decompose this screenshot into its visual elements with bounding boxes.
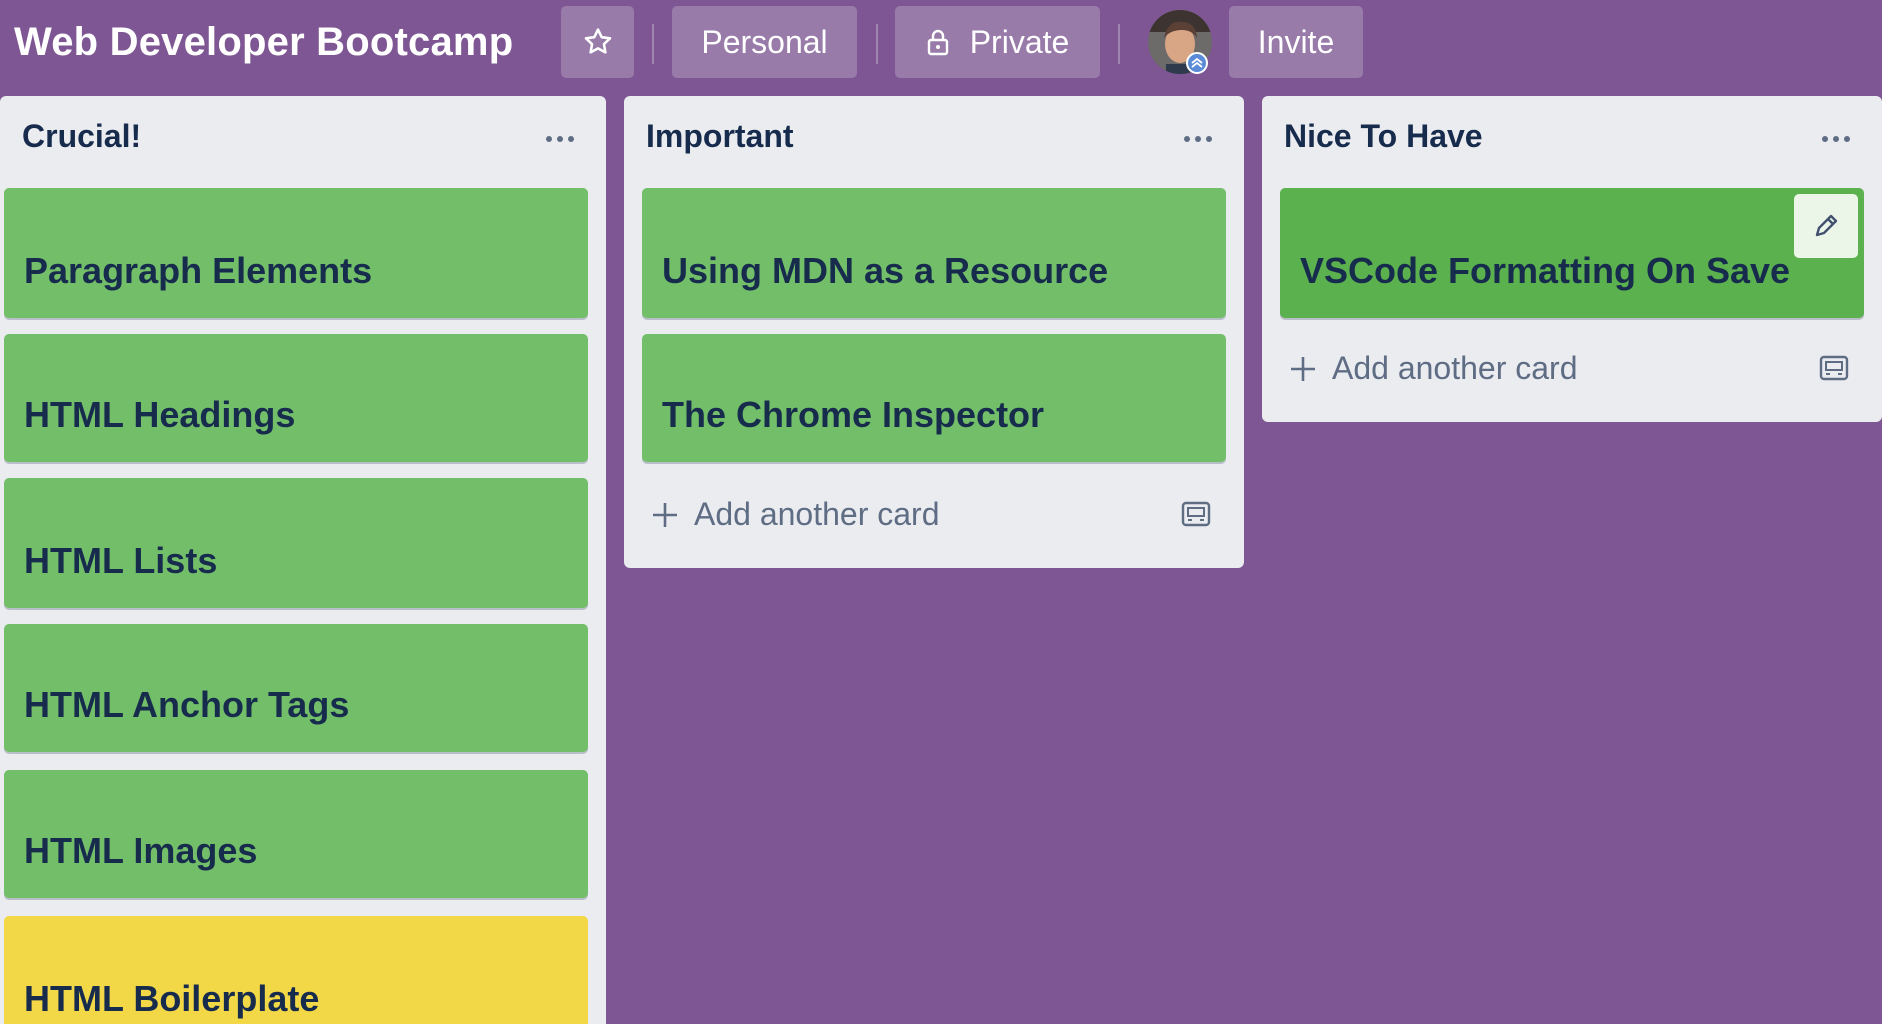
list-nice-to-have: Nice To Have VSCode Formatting On Save A…: [1262, 96, 1882, 422]
card-title: HTML Lists: [24, 540, 218, 581]
card-title: HTML Anchor Tags: [24, 684, 350, 725]
admin-badge-icon: [1186, 52, 1208, 74]
board-title[interactable]: Web Developer Bootcamp: [14, 14, 513, 70]
workspace-label: Personal: [701, 23, 828, 60]
card-title: HTML Boilerplate: [24, 978, 320, 1019]
card-title: HTML Images: [24, 830, 258, 871]
lock-icon: [926, 28, 950, 56]
add-card-label: Add another card: [1332, 350, 1578, 386]
list-card[interactable]: HTML Lists: [4, 478, 588, 608]
card-title: VSCode Formatting On Save: [1300, 250, 1791, 291]
add-card-button[interactable]: Add another card: [1288, 350, 1578, 387]
list-card[interactable]: Paragraph Elements: [4, 188, 588, 318]
more-horizontal-icon[interactable]: [546, 136, 574, 142]
add-card-button[interactable]: Add another card: [650, 496, 940, 533]
list-important: Important Using MDN as a Resource The Ch…: [624, 96, 1244, 568]
plus-icon: [1291, 356, 1315, 381]
edit-card-button[interactable]: [1794, 194, 1858, 258]
card-title: Using MDN as a Resource: [662, 250, 1109, 291]
board-view: Web Developer Bootcamp Personal Private: [0, 0, 1882, 1024]
list-crucial: Crucial! Paragraph Elements HTML Heading…: [0, 96, 606, 1024]
plus-icon: [653, 502, 677, 527]
list-title[interactable]: Nice To Have: [1284, 118, 1483, 155]
list-card[interactable]: HTML Anchor Tags: [4, 624, 588, 752]
star-icon: [584, 28, 611, 54]
header-divider: [1118, 24, 1120, 64]
card-template-icon[interactable]: [1818, 354, 1850, 389]
star-board-button[interactable]: [561, 6, 634, 78]
card-title: HTML Headings: [24, 394, 296, 435]
pencil-icon: [1815, 214, 1838, 237]
list-card[interactable]: Using MDN as a Resource: [642, 188, 1226, 318]
card-title: Paragraph Elements: [24, 250, 373, 291]
visibility-button[interactable]: Private: [895, 6, 1100, 78]
more-horizontal-icon[interactable]: [1184, 136, 1212, 142]
list-title[interactable]: Crucial!: [22, 118, 141, 155]
add-card-label: Add another card: [694, 496, 940, 532]
list-card[interactable]: HTML Headings: [4, 334, 588, 462]
invite-button[interactable]: Invite: [1229, 6, 1363, 78]
invite-label: Invite: [1257, 23, 1335, 60]
list-card[interactable]: HTML Images: [4, 770, 588, 898]
list-card[interactable]: HTML Boilerplate: [4, 916, 588, 1024]
header-divider: [652, 24, 654, 64]
list-title[interactable]: Important: [646, 118, 794, 155]
card-template-icon[interactable]: [1180, 500, 1212, 535]
board-header: Web Developer Bootcamp Personal Private: [0, 0, 1882, 96]
list-card[interactable]: The Chrome Inspector: [642, 334, 1226, 462]
card-title: The Chrome Inspector: [662, 394, 1045, 435]
visibility-label: Private: [969, 23, 1070, 60]
list-card[interactable]: VSCode Formatting On Save: [1280, 188, 1864, 318]
more-horizontal-icon[interactable]: [1822, 136, 1850, 142]
workspace-button[interactable]: Personal: [672, 6, 857, 78]
header-divider: [876, 24, 878, 64]
